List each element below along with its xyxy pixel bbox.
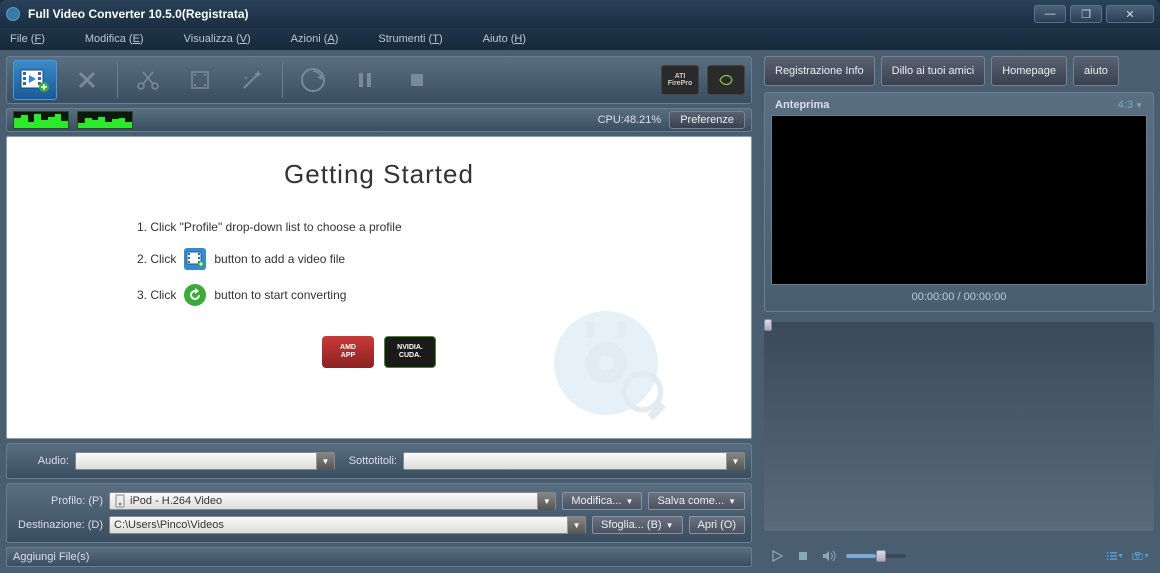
audio-subtitle-row: Audio: ▼ Sottotitoli: ▼ xyxy=(6,443,752,479)
time-display: 00:00:00 / 00:00:00 xyxy=(769,287,1149,307)
cpu-graph-2 xyxy=(77,111,133,129)
dest-dropdown[interactable]: C:\Users\Pinco\Videos▼ xyxy=(109,516,586,534)
titlebar: Full Video Converter 10.5.0(Registrata) … xyxy=(0,0,1160,28)
save-as-button[interactable]: Salva come...▼ xyxy=(648,492,745,510)
browse-button[interactable]: Sfoglia... (B)▼ xyxy=(592,516,682,534)
audio-label: Audio: xyxy=(13,455,69,467)
volume-icon[interactable] xyxy=(820,547,838,565)
cuda-badge xyxy=(707,65,745,95)
subtitle-label: Sottotitoli: xyxy=(341,455,397,467)
profile-label: Profilo: (P) xyxy=(13,495,103,507)
profile-dest-panel: Profilo: (P) iPod - H.264 Video▼ Modific… xyxy=(6,483,752,543)
subtitle-dropdown[interactable]: ▼ xyxy=(403,452,745,470)
statusbar-bottom[interactable]: Aggiungi File(s) xyxy=(6,547,752,567)
preview-screen xyxy=(771,115,1147,285)
step-2: 2. Click button to add a video file xyxy=(137,248,721,270)
open-button[interactable]: Apri (O) xyxy=(689,516,746,534)
menu-tools[interactable]: Strumenti (T) xyxy=(378,33,442,45)
homepage-button[interactable]: Homepage xyxy=(991,56,1067,86)
minimize-button[interactable]: — xyxy=(1034,5,1066,23)
menu-help[interactable]: Aiuto (H) xyxy=(483,33,526,45)
maximize-button[interactable]: ❐ xyxy=(1070,5,1102,23)
menu-file[interactable]: File (F) xyxy=(10,33,45,45)
trim-button[interactable] xyxy=(126,60,170,100)
preview-title: Anteprima xyxy=(775,99,829,111)
menu-actions[interactable]: Azioni (A) xyxy=(291,33,339,45)
volume-slider[interactable] xyxy=(846,554,906,558)
snapshot-icon[interactable]: ▼ xyxy=(1132,547,1150,565)
registration-button[interactable]: Registrazione Info xyxy=(764,56,875,86)
content-area: Getting Started 1. Click "Profile" drop-… xyxy=(6,136,752,439)
audio-dropdown[interactable]: ▼ xyxy=(75,452,335,470)
cpu-text: CPU:48.21% xyxy=(598,114,662,126)
help-button[interactable]: aiuto xyxy=(1073,56,1119,86)
step-1: 1. Click "Profile" drop-down list to cho… xyxy=(137,220,721,234)
crop-button[interactable] xyxy=(178,60,222,100)
pause-button[interactable] xyxy=(343,60,387,100)
ati-badge: ATI FirePro xyxy=(661,65,699,95)
amd-logo: AMD APP xyxy=(322,336,374,368)
effects-button[interactable] xyxy=(230,60,274,100)
menubar: File (F) Modifica (E) Visualizza (V) Azi… xyxy=(0,28,1160,50)
stop-player-button[interactable] xyxy=(794,547,812,565)
add-file-button[interactable] xyxy=(13,60,57,100)
stop-button[interactable] xyxy=(395,60,439,100)
watermark-icon xyxy=(541,298,671,428)
modify-button[interactable]: Modifica...▼ xyxy=(562,492,642,510)
cpu-graph-1 xyxy=(13,111,69,129)
preferences-button[interactable]: Preferenze xyxy=(669,111,745,129)
player-controls: ▼ ▼ xyxy=(764,545,1154,567)
app-icon xyxy=(6,7,20,21)
preview-panel: Anteprima 4:3▼ 00:00:00 / 00:00:00 xyxy=(764,92,1154,312)
profile-dropdown[interactable]: iPod - H.264 Video▼ xyxy=(109,492,556,510)
close-button[interactable]: ✕ xyxy=(1106,5,1154,23)
remove-button[interactable] xyxy=(65,60,109,100)
cpu-statusbar: CPU:48.21% Preferenze xyxy=(6,108,752,132)
playlist-icon[interactable]: ▼ xyxy=(1106,547,1124,565)
tell-friends-button[interactable]: Dillo ai tuoi amici xyxy=(881,56,986,86)
menu-view[interactable]: Visualizza (V) xyxy=(184,33,251,45)
convert-go-icon xyxy=(184,284,206,306)
nvidia-logo: NVIDIA. CUDA. xyxy=(384,336,436,368)
dest-label: Destinazione: (D) xyxy=(13,519,103,531)
menu-edit[interactable]: Modifica (E) xyxy=(85,33,144,45)
convert-button[interactable] xyxy=(291,60,335,100)
window-title: Full Video Converter 10.5.0(Registrata) xyxy=(28,7,1034,21)
aspect-ratio-dropdown[interactable]: 4:3▼ xyxy=(1118,99,1143,111)
play-button[interactable] xyxy=(768,547,786,565)
getting-started-title: Getting Started xyxy=(37,159,721,190)
seek-slider[interactable] xyxy=(764,322,1154,532)
film-add-icon xyxy=(184,248,206,270)
toolbar: ATI FirePro xyxy=(6,56,752,104)
